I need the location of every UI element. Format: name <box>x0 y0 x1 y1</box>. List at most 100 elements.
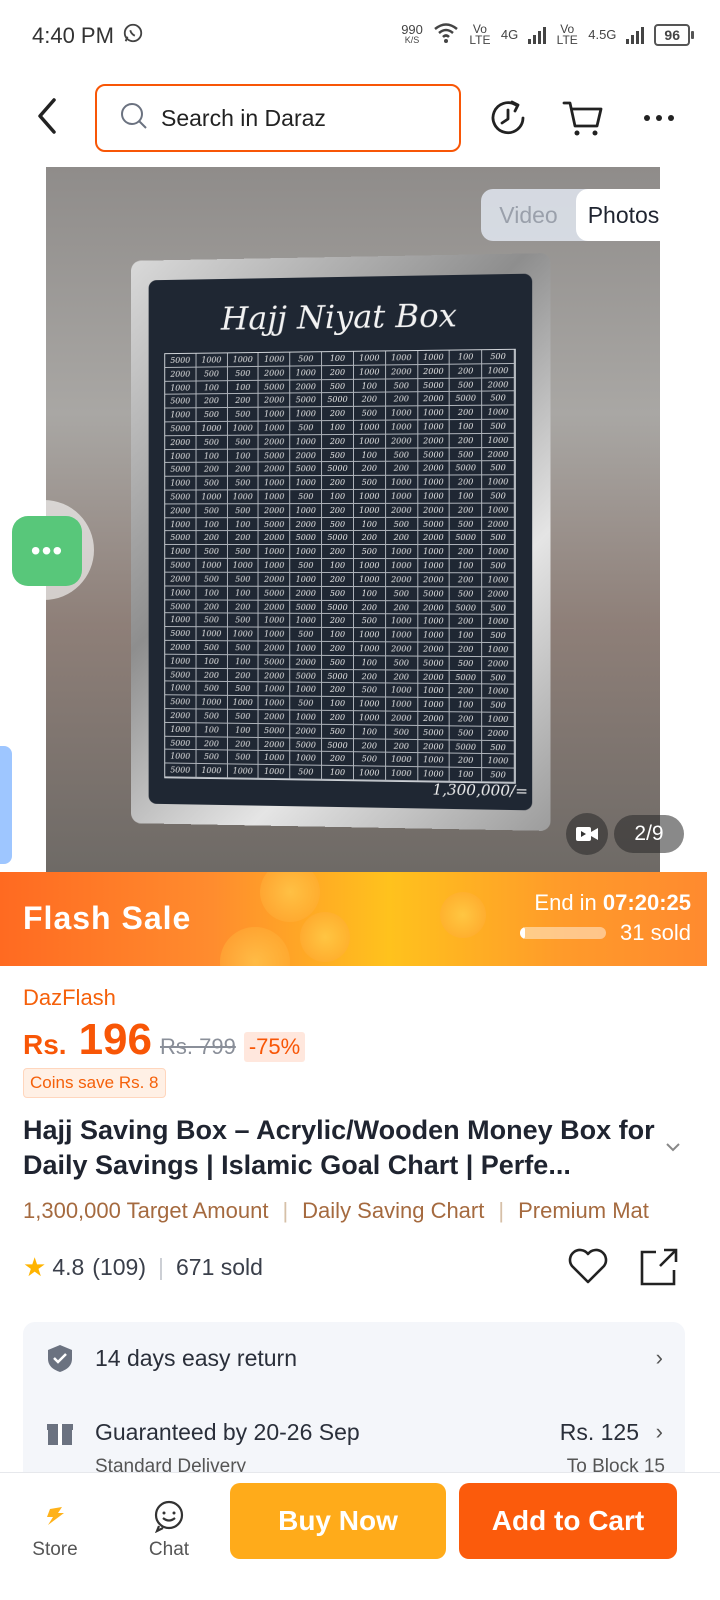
tab-video[interactable]: Video <box>481 189 576 241</box>
return-row[interactable]: 14 days easy return › <box>23 1328 685 1388</box>
plaque-cell: 100 <box>227 723 259 738</box>
tab-photos[interactable]: Photos <box>576 189 671 241</box>
video-icon[interactable] <box>566 813 608 855</box>
product-image[interactable]: Hajj Niyat Box 5000 1000 1000 1000 500 100 100… <box>46 167 660 872</box>
flash-sale-banner[interactable]: Flash Sale End in 07:20:25 31 sold <box>0 872 707 966</box>
coins-save-badge[interactable]: Coins save Rs. 8 <box>23 1068 166 1098</box>
side-tab[interactable] <box>0 746 12 864</box>
plaque-cell: 1000 <box>227 490 259 505</box>
plaque-cell: 1000 <box>227 696 259 711</box>
plaque-cell: 200 <box>322 683 354 698</box>
plaque-cell: 2000 <box>482 587 515 602</box>
flash-countdown: 07:20:25 <box>602 890 691 915</box>
plaque-cell: 200 <box>450 475 483 490</box>
plaque-cell: 5000 <box>165 353 197 368</box>
plaque-cell: 500 <box>482 698 515 713</box>
plaque-cell: 500 <box>482 559 515 574</box>
chat-button[interactable]: Chat <box>124 1499 214 1561</box>
back-icon[interactable] <box>32 96 72 140</box>
plaque-cell: 1000 <box>482 642 515 658</box>
plaque-cell: 1000 <box>353 434 386 449</box>
more-icon[interactable] <box>638 96 682 140</box>
delivery-text: Guaranteed by 20-26 Sep <box>95 1418 360 1445</box>
history-icon[interactable] <box>486 96 530 140</box>
plaque-cell: 200 <box>450 614 483 629</box>
plaque-cell: 200 <box>450 573 483 588</box>
plaque-cell: 1000 <box>165 681 197 696</box>
plaque-cell: 2000 <box>417 600 451 615</box>
plaque-cell: 500 <box>385 378 418 393</box>
plaque-cell: 500 <box>227 572 259 587</box>
plaque-cell: 100 <box>227 517 259 532</box>
search-icon <box>119 101 149 136</box>
plaque-cell: 200 <box>322 614 354 629</box>
plaque-cell: 1000 <box>482 363 515 379</box>
plaque-cell: 1000 <box>290 682 323 697</box>
chevron-down-icon[interactable] <box>662 1136 684 1158</box>
plaque-cell: 500 <box>482 531 515 546</box>
rating-row[interactable]: ★ 4.8 (109) | 671 sold <box>23 1252 263 1283</box>
plaque-cell: 2000 <box>258 531 291 546</box>
plaque-cell: 200 <box>227 462 259 477</box>
plaque-cell: 200 <box>450 684 483 699</box>
sim2-net: 4.5G <box>588 27 617 42</box>
feature-tag: Premium Mat <box>518 1198 649 1223</box>
plaque-cell: 500 <box>353 683 386 698</box>
plaque-cell: 2000 <box>417 711 451 727</box>
plaque-photo: Hajj Niyat Box 5000 1000 1000 1000 500 100 100… <box>131 253 551 831</box>
plaque-cell: 500 <box>196 476 228 491</box>
plaque-cell: 500 <box>450 656 483 671</box>
plaque-cell: 100 <box>450 489 483 504</box>
plaque-cell: 1000 <box>165 586 197 600</box>
wishlist-heart-icon[interactable] <box>566 1244 610 1288</box>
service-card: 14 days easy return › Guaranteed by 20-2… <box>23 1322 685 1492</box>
plaque-cell: 500 <box>482 740 515 755</box>
plaque-cell: 200 <box>353 738 386 754</box>
plaque-cell: 500 <box>290 352 323 367</box>
feature-separator: | <box>498 1198 505 1223</box>
feature-tags[interactable]: 1,300,000 Target Amount | Daily Saving C… <box>23 1198 685 1224</box>
search-input[interactable] <box>161 104 421 132</box>
net-speed-value: 990 <box>401 21 423 37</box>
search-box[interactable] <box>95 84 461 152</box>
plaque-cell: 100 <box>450 628 483 643</box>
cart-icon[interactable] <box>561 96 605 140</box>
plaque-cell: 1000 <box>258 627 291 642</box>
plaque-cell: 1000 <box>290 614 323 629</box>
plaque-cell: 100 <box>353 655 386 670</box>
plaque-cell: 1000 <box>196 695 228 710</box>
plaque-cell: 200 <box>196 531 228 546</box>
plaque-cell: 500 <box>196 367 228 382</box>
plaque-cell: 1000 <box>417 406 451 421</box>
sim1-net: 4G <box>500 27 519 42</box>
plaque-cell: 200 <box>353 669 386 684</box>
plaque-cell: 200 <box>450 503 483 518</box>
plaque-cell: 5000 <box>165 763 197 778</box>
plaque-cell: 5000 <box>417 656 451 671</box>
plaque-cell: 1000 <box>227 421 259 436</box>
plaque-cell: 1000 <box>385 753 418 768</box>
rating-value: 4.8 <box>52 1254 85 1280</box>
delivery-row[interactable]: Guaranteed by 20-26 Sep Rs. 125 › <box>23 1402 685 1462</box>
plaque-cell: 1000 <box>165 476 197 491</box>
plaque-cell: 2000 <box>385 503 418 518</box>
plaque-cell: 1000 <box>353 365 386 380</box>
flash-progress-row: 31 sold <box>520 920 691 946</box>
plaque-cell: 1000 <box>258 682 291 697</box>
plaque-cell: 2000 <box>385 434 418 449</box>
net-speed: 990 K/S <box>401 21 423 46</box>
plaque-cell: 1000 <box>385 683 418 698</box>
add-to-cart-button[interactable]: Add to Cart <box>459 1483 677 1559</box>
plaque-cell: 1000 <box>165 749 197 765</box>
store-icon <box>10 1499 100 1533</box>
plaque-cell: 500 <box>450 587 483 602</box>
plaque-cell: 1000 <box>165 722 197 737</box>
plaque-cell: 5000 <box>258 586 291 601</box>
feature-separator: | <box>282 1198 289 1223</box>
buy-now-button[interactable]: Buy Now <box>230 1483 446 1559</box>
share-icon[interactable] <box>636 1244 682 1290</box>
status-bar: 4:40 PM 990 K/S Vo LTE 4G Vo LTE 4.5G 96 <box>0 0 720 72</box>
plaque-cell: 1000 <box>482 405 515 420</box>
plaque-cell: 1000 <box>227 764 259 779</box>
store-button[interactable]: Store <box>10 1499 100 1561</box>
